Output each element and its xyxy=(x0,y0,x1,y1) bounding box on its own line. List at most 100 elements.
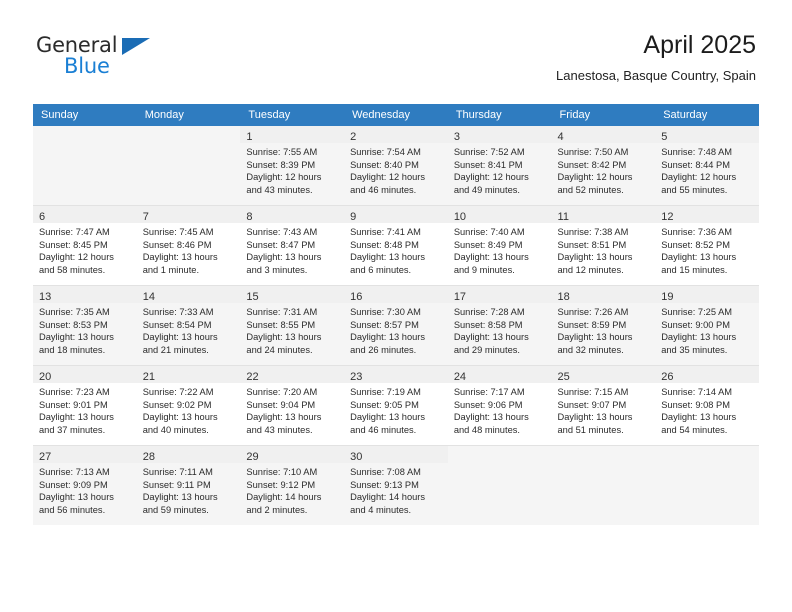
calendar-day-cell[interactable]: 22 Sunrise: 7:20 AM Sunset: 9:04 PM Dayligh… xyxy=(240,365,345,446)
sunset-text: Sunset: 8:46 PM xyxy=(142,239,212,250)
day-details xyxy=(448,463,552,466)
sunrise-text: Sunrise: 7:31 AM xyxy=(246,307,318,317)
day-details: Sunrise: 7:52 AM Sunset: 8:41 PM Daylight:… xyxy=(448,143,552,196)
day-cell-inner: 22 Sunrise: 7:20 AM Sunset: 9:04 PM Dayligh… xyxy=(240,366,345,445)
calendar-day-cell[interactable]: 1 Sunrise: 7:55 AM Sunset: 8:39 PM Daylight… xyxy=(240,126,345,206)
calendar-day-cell[interactable]: 20 Sunrise: 7:23 AM Sunset: 9:01 PM Dayligh… xyxy=(33,365,137,446)
calendar-day-cell[interactable]: 17 Sunrise: 7:28 AM Sunset: 8:58 PM Dayligh… xyxy=(447,285,552,366)
day-number-bar: 13 xyxy=(33,286,137,303)
day-number-bar: 28 xyxy=(136,446,241,463)
daylight-text: Daylight: 12 hours xyxy=(661,172,737,183)
page-header: General Blue April 2025 Lanestosa, Basqu… xyxy=(0,0,792,100)
day-number-bar: 23 xyxy=(344,366,448,383)
calendar-day-cell[interactable]: 21 Sunrise: 7:22 AM Sunset: 9:02 PM Dayligh… xyxy=(136,365,241,446)
sunset-text: Sunset: 9:01 PM xyxy=(39,399,108,410)
day-details: Sunrise: 7:41 AM Sunset: 8:48 PM Daylight:… xyxy=(344,223,448,276)
day-details: Sunrise: 7:19 AM Sunset: 9:05 PM Daylight:… xyxy=(344,383,448,436)
daylight-text-cont: and 55 minutes. xyxy=(661,184,728,195)
weekday-header-wednesday: Wednesday xyxy=(344,104,448,126)
calendar-day-cell[interactable]: 7 Sunrise: 7:45 AM Sunset: 8:46 PM Daylight… xyxy=(136,205,241,286)
calendar-day-cell[interactable]: 24 Sunrise: 7:17 AM Sunset: 9:06 PM Dayligh… xyxy=(447,365,552,446)
day-number-bar: 17 xyxy=(447,286,552,303)
day-number-bar: 2 xyxy=(344,126,448,143)
sunset-text: Sunset: 9:07 PM xyxy=(557,399,627,410)
sunrise-text: Sunrise: 7:47 AM xyxy=(39,227,110,237)
calendar-day-cell[interactable]: 11 Sunrise: 7:38 AM Sunset: 8:51 PM Dayligh… xyxy=(551,205,656,286)
calendar-day-cell[interactable]: 3 Sunrise: 7:52 AM Sunset: 8:41 PM Daylight… xyxy=(447,126,552,206)
page-subtitle: Lanestosa, Basque Country, Spain xyxy=(556,68,756,83)
calendar-day-cell[interactable]: 2 Sunrise: 7:54 AM Sunset: 8:40 PM Daylight… xyxy=(344,126,448,206)
day-cell-inner: 13 Sunrise: 7:35 AM Sunset: 8:53 PM Dayligh… xyxy=(33,286,137,365)
sunrise-text: Sunrise: 7:15 AM xyxy=(557,387,629,397)
day-number: 20 xyxy=(39,371,52,383)
sunset-text: Sunset: 9:06 PM xyxy=(453,399,523,410)
daylight-text-cont: and 9 minutes. xyxy=(453,264,515,275)
day-number-bar: 21 xyxy=(136,366,241,383)
daylight-text: Daylight: 13 hours xyxy=(142,332,218,343)
day-number-bar xyxy=(655,446,759,463)
calendar-day-cell[interactable]: 5 Sunrise: 7:48 AM Sunset: 8:44 PM Daylight… xyxy=(655,126,759,206)
calendar-day-cell[interactable]: 29 Sunrise: 7:10 AM Sunset: 9:12 PM Dayligh… xyxy=(240,445,345,525)
calendar-day-cell[interactable]: 26 Sunrise: 7:14 AM Sunset: 9:08 PM Dayligh… xyxy=(655,365,759,446)
calendar-day-cell[interactable]: 23 Sunrise: 7:19 AM Sunset: 9:05 PM Dayligh… xyxy=(344,365,448,446)
calendar-day-cell[interactable]: 13 Sunrise: 7:35 AM Sunset: 8:53 PM Dayligh… xyxy=(33,285,137,366)
calendar-day-cell[interactable]: 28 Sunrise: 7:11 AM Sunset: 9:11 PM Dayligh… xyxy=(136,445,241,525)
day-details: Sunrise: 7:08 AM Sunset: 9:13 PM Daylight:… xyxy=(344,463,448,516)
daylight-text-cont: and 43 minutes. xyxy=(246,424,313,435)
daylight-text: Daylight: 13 hours xyxy=(142,252,218,263)
calendar-cell-empty xyxy=(551,445,656,525)
calendar-day-cell[interactable]: 14 Sunrise: 7:33 AM Sunset: 8:54 PM Dayligh… xyxy=(136,285,241,366)
sunrise-text: Sunrise: 7:17 AM xyxy=(453,387,525,397)
sunrise-text: Sunrise: 7:08 AM xyxy=(350,467,421,477)
calendar-day-cell[interactable]: 12 Sunrise: 7:36 AM Sunset: 8:52 PM Dayligh… xyxy=(655,205,759,286)
day-details: Sunrise: 7:13 AM Sunset: 9:09 PM Daylight:… xyxy=(33,463,137,516)
calendar-day-cell[interactable]: 25 Sunrise: 7:15 AM Sunset: 9:07 PM Dayligh… xyxy=(551,365,656,446)
calendar-day-cell[interactable]: 30 Sunrise: 7:08 AM Sunset: 9:13 PM Dayligh… xyxy=(344,445,448,525)
day-number-bar: 30 xyxy=(344,446,448,463)
day-number: 23 xyxy=(350,371,363,383)
sunrise-text: Sunrise: 7:52 AM xyxy=(453,147,525,157)
daylight-text: Daylight: 13 hours xyxy=(350,412,426,423)
sunrise-text: Sunrise: 7:38 AM xyxy=(557,227,629,237)
calendar-day-cell[interactable]: 9 Sunrise: 7:41 AM Sunset: 8:48 PM Daylight… xyxy=(344,205,448,286)
day-number: 29 xyxy=(246,451,259,463)
generalblue-logo[interactable]: General Blue xyxy=(36,34,166,80)
calendar-day-cell[interactable]: 27 Sunrise: 7:13 AM Sunset: 9:09 PM Dayligh… xyxy=(33,445,137,525)
sunrise-text: Sunrise: 7:14 AM xyxy=(661,387,733,397)
calendar-day-cell[interactable]: 6 Sunrise: 7:47 AM Sunset: 8:45 PM Daylight… xyxy=(33,205,137,286)
day-cell-inner: 18 Sunrise: 7:26 AM Sunset: 8:59 PM Dayligh… xyxy=(551,286,656,365)
daylight-text: Daylight: 13 hours xyxy=(557,332,633,343)
sunrise-text: Sunrise: 7:26 AM xyxy=(557,307,629,317)
calendar-day-cell[interactable]: 19 Sunrise: 7:25 AM Sunset: 9:00 PM Dayligh… xyxy=(655,285,759,366)
daylight-text-cont: and 32 minutes. xyxy=(557,344,624,355)
day-cell-inner: 25 Sunrise: 7:15 AM Sunset: 9:07 PM Dayligh… xyxy=(551,366,656,445)
sunrise-text: Sunrise: 7:50 AM xyxy=(557,147,629,157)
calendar-day-cell[interactable]: 18 Sunrise: 7:26 AM Sunset: 8:59 PM Dayligh… xyxy=(551,285,656,366)
day-cell-inner: 24 Sunrise: 7:17 AM Sunset: 9:06 PM Dayligh… xyxy=(447,366,552,445)
day-cell-inner: 3 Sunrise: 7:52 AM Sunset: 8:41 PM Daylight… xyxy=(447,126,552,205)
calendar-day-cell[interactable]: 4 Sunrise: 7:50 AM Sunset: 8:42 PM Daylight… xyxy=(551,126,656,206)
day-details: Sunrise: 7:33 AM Sunset: 8:54 PM Daylight:… xyxy=(137,303,241,356)
day-cell-inner: 12 Sunrise: 7:36 AM Sunset: 8:52 PM Dayligh… xyxy=(655,206,759,285)
calendar-day-cell[interactable]: 10 Sunrise: 7:40 AM Sunset: 8:49 PM Dayligh… xyxy=(447,205,552,286)
calendar-day-cell[interactable]: 15 Sunrise: 7:31 AM Sunset: 8:55 PM Dayligh… xyxy=(240,285,345,366)
calendar-day-cell[interactable]: 16 Sunrise: 7:30 AM Sunset: 8:57 PM Dayligh… xyxy=(344,285,448,366)
day-cell-inner xyxy=(655,446,759,525)
daylight-text: Daylight: 13 hours xyxy=(246,412,322,423)
calendar-day-cell[interactable]: 8 Sunrise: 7:43 AM Sunset: 8:47 PM Daylight… xyxy=(240,205,345,286)
calendar-cell-empty xyxy=(33,126,137,206)
daylight-text: Daylight: 13 hours xyxy=(661,332,737,343)
day-cell-inner: 1 Sunrise: 7:55 AM Sunset: 8:39 PM Daylight… xyxy=(240,126,345,205)
sunrise-text: Sunrise: 7:36 AM xyxy=(661,227,733,237)
daylight-text: Daylight: 13 hours xyxy=(557,252,633,263)
day-cell-inner: 10 Sunrise: 7:40 AM Sunset: 8:49 PM Dayligh… xyxy=(447,206,552,285)
daylight-text-cont: and 1 minute. xyxy=(142,264,200,275)
daylight-text: Daylight: 13 hours xyxy=(39,492,114,503)
daylight-text: Daylight: 13 hours xyxy=(39,412,114,423)
day-number-bar: 27 xyxy=(33,446,137,463)
sunrise-text: Sunrise: 7:23 AM xyxy=(39,387,110,397)
day-cell-inner: 26 Sunrise: 7:14 AM Sunset: 9:08 PM Dayligh… xyxy=(655,366,759,445)
calendar-cell-empty xyxy=(655,445,759,525)
day-details: Sunrise: 7:38 AM Sunset: 8:51 PM Daylight:… xyxy=(552,223,656,276)
day-cell-inner: 7 Sunrise: 7:45 AM Sunset: 8:46 PM Daylight… xyxy=(136,206,241,285)
